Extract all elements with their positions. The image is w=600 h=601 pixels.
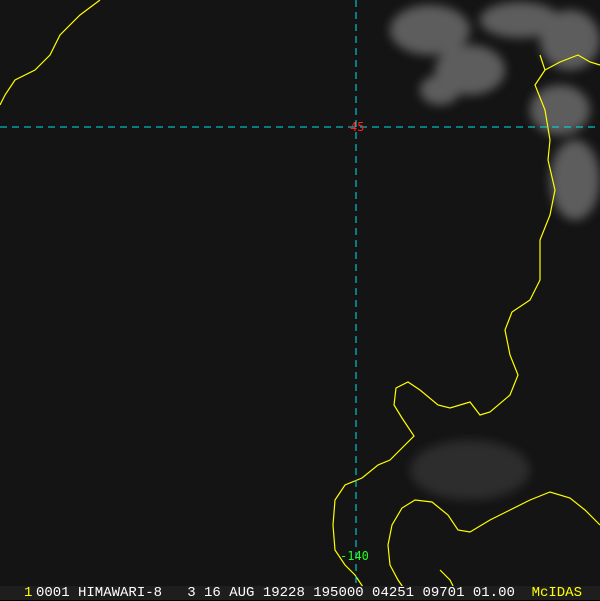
longitude-label: -140 (340, 549, 369, 563)
cloud-cover (390, 2, 600, 500)
mcidas-logo: McIDAS (531, 585, 582, 601)
coastline-northwest (0, 0, 101, 106)
satellite-image-view: 45 -140 (0, 0, 600, 586)
coastline-south (387, 491, 600, 586)
coastline-south-2 (439, 569, 454, 586)
grid-lines (0, 0, 600, 586)
coastlines (0, 0, 600, 586)
satellite-info: 0001 HIMAWARI-8 3 16 AUG 19228 195000 04… (36, 585, 515, 601)
frame-number: 1 (24, 585, 33, 601)
latitude-label: 45 (350, 120, 364, 134)
status-bar: 1 0001 HIMAWARI-8 3 16 AUG 19228 195000 … (0, 586, 600, 600)
coastline-east (332, 54, 556, 586)
map-overlay: 45 -140 (0, 0, 600, 586)
